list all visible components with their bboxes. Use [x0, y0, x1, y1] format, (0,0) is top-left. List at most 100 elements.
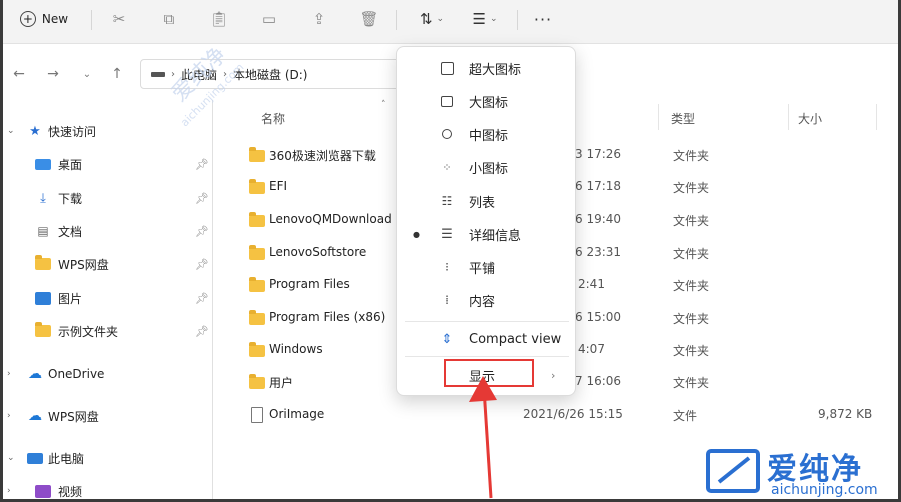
navigation-pane: ⌄ ★ 快速访问 桌面 📌︎ ⤓ 下载 📌︎ ▤ 文档 📌︎ WPS网盘 📌︎ … [3, 100, 213, 499]
file-date: 2:41 [578, 277, 605, 291]
small-icons-icon: ⁘ [442, 160, 452, 174]
file-date: 3 17:26 [575, 147, 622, 161]
menu-divider [405, 356, 569, 357]
file-icon [251, 407, 263, 423]
pin-icon: 📌︎ [195, 157, 209, 171]
copy-icon: ⧉ [163, 10, 175, 28]
pc-icon [27, 452, 43, 464]
command-bar: + New ✂ ⧉ 📋︎ ▭ ⇪ 🗑︎ ⇅ ⌄ ☰ ⌄ ··· [3, 0, 898, 44]
sidebar-item-documents[interactable]: ▤ 文档 📌︎ [3, 219, 211, 243]
column-header-size[interactable]: 大小 [798, 110, 822, 127]
logo-url: aichunjing.com [771, 482, 878, 498]
menu-item-label: 大图标 [469, 95, 509, 111]
sort-button[interactable]: ⇅ ⌄ [411, 8, 453, 30]
menu-item-large-icons[interactable]: 大图标 [397, 86, 575, 116]
menu-item-list[interactable]: ☷ 列表 [397, 186, 575, 216]
pin-icon: 📌︎ [195, 191, 209, 205]
file-type: 文件夹 [673, 312, 710, 326]
sidebar-item-label: 图片 [58, 291, 83, 306]
pin-icon: 📌︎ [195, 257, 209, 271]
menu-item-details[interactable]: ● ☰ 详细信息 [397, 219, 575, 249]
toolbar-divider [396, 10, 397, 30]
sidebar-item-label: WPS网盘 [48, 409, 99, 424]
sidebar-item-this-pc[interactable]: ⌄ 此电脑 [3, 446, 211, 470]
menu-item-tiles[interactable]: ⁝ 平铺 [397, 252, 575, 282]
delete-button[interactable]: 🗑︎ [357, 8, 381, 30]
menu-item-content[interactable]: ⁞ 内容 [397, 285, 575, 315]
column-divider [658, 104, 659, 130]
new-button[interactable]: + New [13, 8, 75, 30]
sidebar-item-wps-drive[interactable]: WPS网盘 📌︎ [3, 252, 211, 276]
menu-item-label: 小图标 [469, 161, 509, 177]
file-type: 文件夹 [673, 344, 710, 358]
menu-divider [405, 321, 569, 322]
file-name: LenovoQMDownload [269, 212, 392, 226]
sidebar-item-downloads[interactable]: ⤓ 下载 📌︎ [3, 186, 211, 210]
more-options-button[interactable]: ··· [531, 8, 555, 30]
forward-button[interactable]: → [43, 64, 63, 84]
rename-button[interactable]: ▭ [257, 8, 281, 30]
menu-item-label: Compact view [469, 331, 562, 347]
menu-item-extra-large-icons[interactable]: 超大图标 [397, 53, 575, 83]
recent-locations-button[interactable]: ⌄ [77, 64, 97, 84]
chevron-down-icon: ⌄ [489, 14, 498, 24]
chevron-right-icon[interactable]: › [7, 411, 11, 421]
chevron-down-icon[interactable]: ⌄ [7, 453, 15, 463]
folder-icon [249, 179, 265, 197]
file-type: 文件夹 [673, 279, 710, 293]
view-menu: 超大图标 大图标 中图标 ⁘ 小图标 ☷ 列表 ● ☰ 详细信息 ⁝ 平铺 ⁞ [396, 46, 576, 396]
share-button[interactable]: ⇪ [307, 8, 331, 30]
file-row[interactable]: OriImage 2021/6/26 15:15 文件 9,872 KB [243, 403, 883, 427]
logo-mark-icon [706, 449, 760, 493]
compact-view-icon: ⇕ [441, 331, 453, 347]
cloud-icon: ☁ [28, 366, 42, 382]
sidebar-item-label: 视频 [58, 484, 83, 499]
sort-icon: ⇅ [419, 10, 433, 28]
file-type: 文件夹 [673, 149, 710, 163]
sidebar-item-sample-folder[interactable]: 示例文件夹 📌︎ [3, 319, 211, 343]
column-header-type[interactable]: 类型 [671, 110, 695, 127]
sort-ascending-icon: ˄ [381, 100, 386, 110]
file-date: 4:07 [578, 342, 605, 356]
folder-icon [249, 374, 265, 392]
sidebar-item-label: 下载 [58, 191, 83, 206]
file-type: 文件 [673, 409, 698, 423]
menu-item-compact-view[interactable]: ⇕ Compact view [397, 324, 575, 354]
copy-button[interactable]: ⧉ [157, 8, 181, 30]
chevron-right-icon: › [551, 368, 556, 382]
sidebar-item-label: 此电脑 [48, 451, 85, 466]
menu-item-label: 列表 [469, 195, 496, 211]
desktop-icon [35, 158, 51, 170]
file-date: 7 16:06 [575, 374, 622, 388]
chevron-right-icon[interactable]: › [7, 486, 11, 496]
chevron-right-icon[interactable]: › [7, 369, 11, 379]
menu-item-label: 超大图标 [469, 62, 522, 78]
back-button[interactable]: ← [9, 64, 29, 84]
sidebar-item-wps-cloud[interactable]: › ☁ WPS网盘 [3, 404, 211, 428]
document-icon: ▤ [37, 224, 49, 238]
content-icon: ⁞ [445, 293, 449, 307]
file-date: 6 19:40 [575, 212, 622, 226]
sidebar-item-desktop[interactable]: 桌面 📌︎ [3, 152, 211, 176]
menu-item-label: 内容 [469, 294, 496, 310]
cut-button[interactable]: ✂ [107, 8, 131, 30]
sidebar-item-onedrive[interactable]: › ☁ OneDrive [3, 362, 211, 386]
rename-icon: ▭ [261, 10, 277, 28]
menu-item-medium-icons[interactable]: 中图标 [397, 119, 575, 149]
extra-large-icons-icon [439, 60, 455, 76]
sidebar-item-pictures[interactable]: 图片 📌︎ [3, 286, 211, 310]
up-button[interactable]: ↑ [107, 64, 127, 84]
folder-icon [249, 245, 265, 263]
folder-icon [249, 277, 265, 295]
file-name: Program Files [269, 277, 350, 291]
paste-button[interactable]: 📋︎ [207, 8, 231, 30]
column-header-name[interactable]: 名称 [261, 110, 285, 127]
download-icon: ⤓ [40, 190, 46, 206]
folder-icon [249, 147, 265, 165]
menu-item-small-icons[interactable]: ⁘ 小图标 [397, 152, 575, 182]
share-icon: ⇪ [312, 10, 326, 28]
view-button[interactable]: ☰ ⌄ [463, 8, 507, 30]
pin-icon: 📌︎ [195, 291, 209, 305]
chevron-down-icon[interactable]: ⌄ [7, 126, 15, 136]
sidebar-item-videos[interactable]: › 视频 [3, 479, 211, 499]
